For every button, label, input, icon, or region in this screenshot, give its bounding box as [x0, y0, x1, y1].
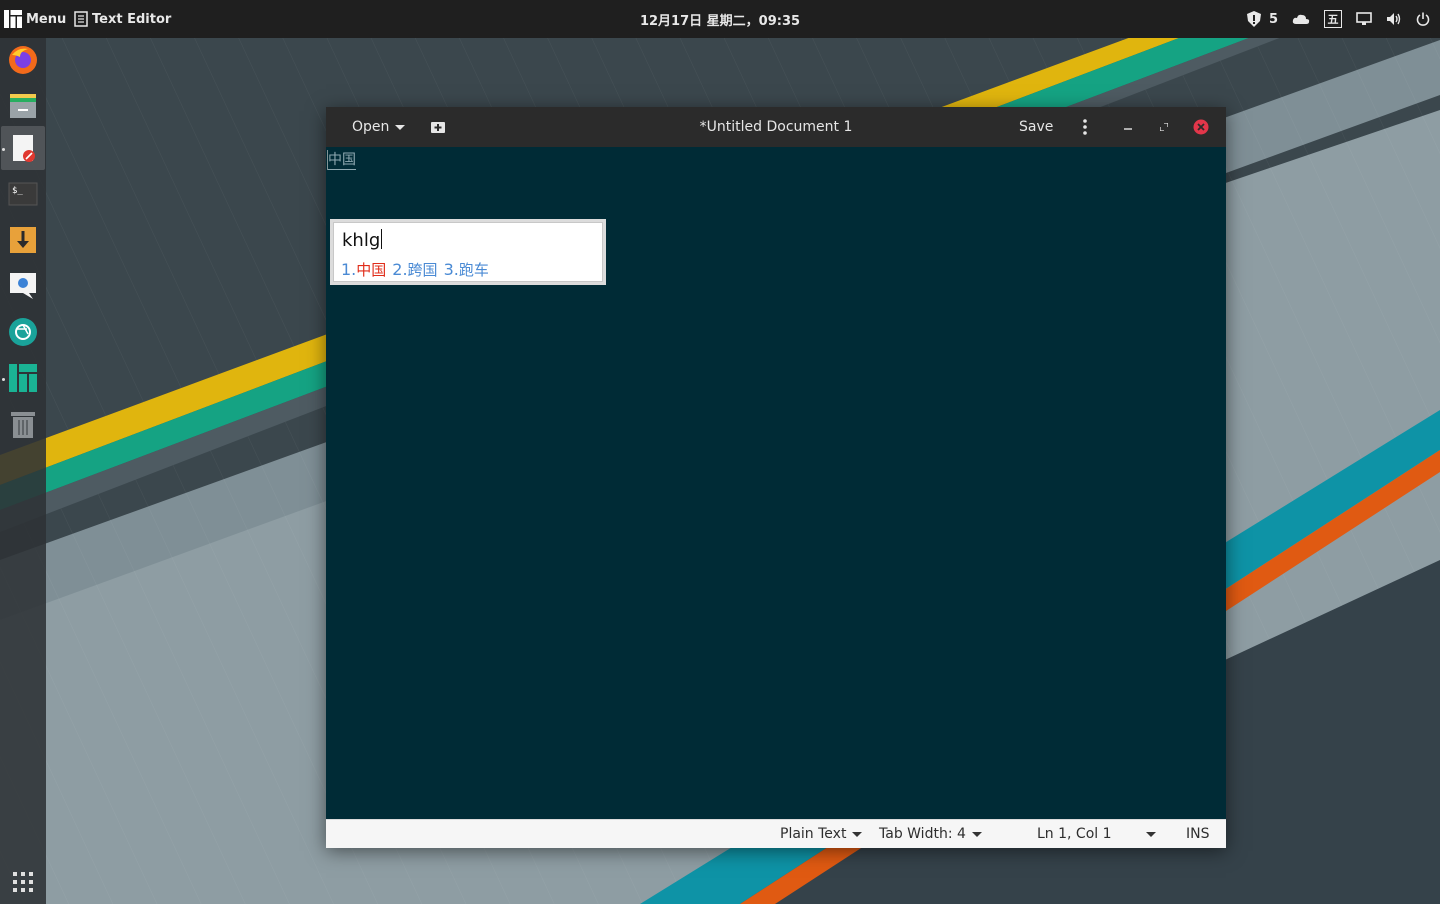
- candidate-text: 跑车: [458, 261, 489, 279]
- minimize-icon: [1124, 128, 1132, 130]
- ime-candidate-list: 1. 中国 2. 跨国 3. 跑车: [341, 259, 489, 280]
- app-grid-button[interactable]: [1, 860, 45, 904]
- chat-icon: [10, 273, 36, 299]
- insert-mode-indicator[interactable]: INS: [1186, 820, 1210, 848]
- dock-item-screenshot[interactable]: [1, 310, 45, 354]
- ime-indicator[interactable]: 五: [1324, 10, 1342, 28]
- ime-candidate-popup: khlg 1. 中国 2. 跨国 3. 跑车: [330, 219, 606, 285]
- terminal-icon: $_: [8, 182, 38, 206]
- language-selector[interactable]: Plain Text: [780, 820, 863, 848]
- status-bar: Plain Text Tab Width: 4 Ln 1, Col 1 INS: [326, 819, 1226, 848]
- open-label: Open: [352, 119, 390, 135]
- app-grid-icon: [13, 872, 33, 892]
- go-to-line-dropdown[interactable]: [1146, 820, 1156, 848]
- insert-mode-label: INS: [1186, 826, 1210, 842]
- text-editor-app-icon: [13, 135, 35, 162]
- camera-aperture-icon: [9, 318, 37, 346]
- text-editor-window: Open *Untitled Document 1 Save 中国 khlg 1…: [326, 107, 1226, 848]
- more-options-button[interactable]: [1078, 107, 1092, 147]
- language-label: Plain Text: [780, 826, 847, 842]
- save-button[interactable]: Save: [1019, 107, 1053, 147]
- dock-item-files[interactable]: [1, 84, 45, 128]
- dock-item-text-editor[interactable]: [1, 126, 45, 170]
- running-indicator: [2, 148, 5, 151]
- active-app-indicator[interactable]: Text Editor: [74, 0, 171, 38]
- dock-item-terminal[interactable]: $_: [1, 172, 45, 216]
- candidate-number: 3.: [443, 260, 459, 279]
- shield-alert-icon: [1246, 11, 1261, 27]
- tab-width-label: Tab Width: 4: [879, 826, 966, 842]
- cloud-icon[interactable]: [1292, 13, 1310, 25]
- trash-icon: [11, 412, 35, 438]
- ime-input-text: khlg: [342, 230, 381, 251]
- ime-candidate[interactable]: 1. 中国: [341, 259, 386, 280]
- ime-candidate[interactable]: 3. 跑车: [444, 259, 489, 280]
- text-editor-area[interactable]: 中国 khlg 1. 中国 2. 跨国 3. 跑车: [326, 147, 1226, 819]
- dock-item-trash[interactable]: [1, 402, 45, 446]
- minimize-button[interactable]: [1121, 107, 1135, 147]
- cursor-position[interactable]: Ln 1, Col 1: [1037, 820, 1112, 848]
- download-icon: [10, 227, 36, 253]
- ime-panel: khlg 1. 中国 2. 跨国 3. 跑车: [333, 222, 603, 282]
- manjaro-icon: [9, 364, 37, 392]
- menu-button[interactable]: Menu: [4, 0, 66, 38]
- notification-count: 5: [1268, 11, 1278, 27]
- firefox-icon: [9, 46, 37, 74]
- header-bar: Open *Untitled Document 1 Save: [326, 107, 1226, 147]
- chevron-down-icon: [852, 831, 863, 837]
- tab-width-selector[interactable]: Tab Width: 4: [879, 820, 982, 848]
- new-tab-icon: [431, 122, 445, 133]
- chevron-down-icon: [1146, 831, 1156, 837]
- ime-input-line: khlg: [342, 229, 383, 251]
- dock-item-firefox[interactable]: [1, 38, 45, 82]
- new-document-button[interactable]: [430, 107, 446, 147]
- dock-item-chat[interactable]: [1, 264, 45, 308]
- chevron-down-icon: [395, 124, 406, 130]
- ime-cursor: [381, 229, 383, 249]
- ime-indicator-label: 五: [1327, 13, 1339, 26]
- volume-icon[interactable]: [1386, 12, 1402, 26]
- notifications-indicator[interactable]: 5: [1246, 11, 1278, 27]
- preedit-text: 中国: [328, 152, 356, 170]
- close-button[interactable]: [1192, 107, 1210, 147]
- top-panel: Menu Text Editor 12月17日 星期二，09:35 5 五: [0, 0, 1440, 38]
- svg-text:$_: $_: [12, 186, 23, 196]
- menu-label: Menu: [26, 11, 67, 27]
- document-title: *Untitled Document 1: [699, 119, 853, 135]
- clock-container: 12月17日 星期二，09:35: [0, 0, 1440, 38]
- dock-item-manjaro-settings[interactable]: [1, 356, 45, 400]
- system-tray: 5 五: [1246, 0, 1430, 38]
- dock: $_: [0, 38, 46, 904]
- running-indicator: [2, 378, 5, 381]
- dock-item-installer[interactable]: [1, 218, 45, 262]
- close-icon: [1193, 119, 1209, 135]
- chevron-down-icon: [971, 831, 982, 837]
- text-editor-icon: [74, 11, 88, 27]
- maximize-icon: [1160, 123, 1168, 131]
- active-app-label: Text Editor: [92, 11, 172, 27]
- power-icon[interactable]: [1416, 12, 1430, 26]
- manjaro-logo-icon: [4, 10, 22, 28]
- candidate-text: 中国: [356, 261, 387, 279]
- candidate-number: 1.: [341, 260, 357, 279]
- cursor-position-label: Ln 1, Col 1: [1037, 826, 1112, 842]
- candidate-number: 2.: [392, 260, 408, 279]
- candidate-text: 跨国: [407, 261, 438, 279]
- ime-candidate[interactable]: 2. 跨国: [392, 259, 437, 280]
- files-icon: [10, 94, 36, 118]
- open-button[interactable]: Open: [352, 107, 406, 147]
- display-icon[interactable]: [1356, 12, 1372, 26]
- save-label: Save: [1019, 119, 1054, 135]
- clock[interactable]: 12月17日 星期二，09:35: [640, 10, 800, 29]
- kebab-menu-icon: [1083, 119, 1087, 135]
- maximize-button[interactable]: [1157, 107, 1171, 147]
